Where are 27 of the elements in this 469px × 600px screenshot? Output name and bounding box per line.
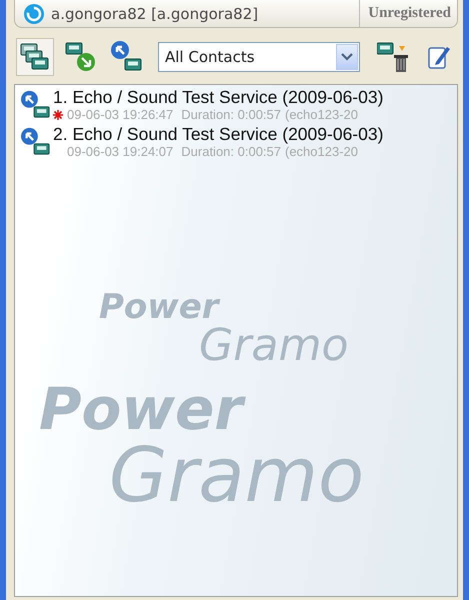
- recording-item[interactable]: 1. Echo / Sound Test Service (2009-06-03) 09-06-03 19:26:47 Duration: 0:00:57 (echo123-20: [21, 88, 457, 125]
- chat-logo-icon: [23, 2, 45, 24]
- recording-title: 2. Echo / Sound Test Service (2009-06-03): [53, 125, 384, 144]
- globe-tape-icon: [111, 41, 143, 73]
- background-logo-text: Power: [39, 380, 364, 438]
- recording-duration: Duration: 0:00:57: [181, 144, 281, 159]
- recording-source: (echo123-20: [285, 107, 358, 122]
- account-name: a.gongora82 [a.gongora82]: [50, 4, 260, 22]
- recording-date: 09-06-03 19:26:47: [67, 107, 174, 122]
- recording-source: (echo123-20: [285, 144, 358, 159]
- globe-tape-icon: [21, 125, 51, 157]
- registration-status: Unregistered: [359, 0, 457, 27]
- contact-filter-dropdown[interactable]: All Contacts: [158, 42, 360, 72]
- tape-arrow-icon: [65, 41, 97, 73]
- delete-tape-icon: [377, 41, 409, 73]
- background-logo-text: Power: [99, 290, 222, 324]
- background-logo-text: Gramo: [108, 438, 364, 514]
- notepad-pencil-icon: [427, 44, 451, 70]
- recording-item[interactable]: 2. Echo / Sound Test Service (2009-06-03) 09-06-03 19:24:07 Duration: 0:00:57 (echo123-20: [21, 125, 457, 162]
- background-logo-text: Gramo: [198, 324, 349, 368]
- tapes-icon: [20, 42, 50, 72]
- globe-tape-icon: [21, 88, 51, 120]
- recording-title: 1. Echo / Sound Test Service (2009-06-03): [53, 88, 384, 107]
- caret-icon: [341, 53, 353, 61]
- recording-duration: Duration: 0:00:57: [181, 107, 281, 122]
- recording-date: 09-06-03 19:24:07: [67, 144, 174, 159]
- toolbar-button[interactable]: [16, 38, 54, 76]
